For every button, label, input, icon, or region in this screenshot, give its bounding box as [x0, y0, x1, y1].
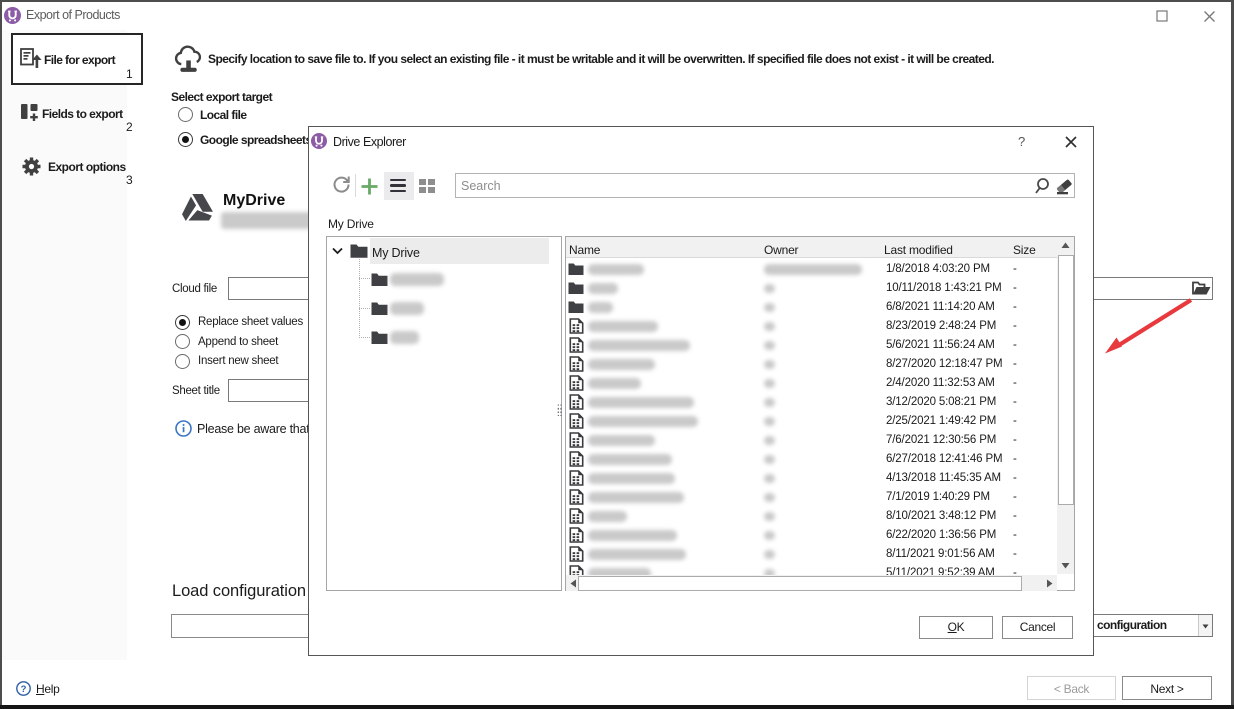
svg-text:?: ?	[21, 684, 27, 695]
